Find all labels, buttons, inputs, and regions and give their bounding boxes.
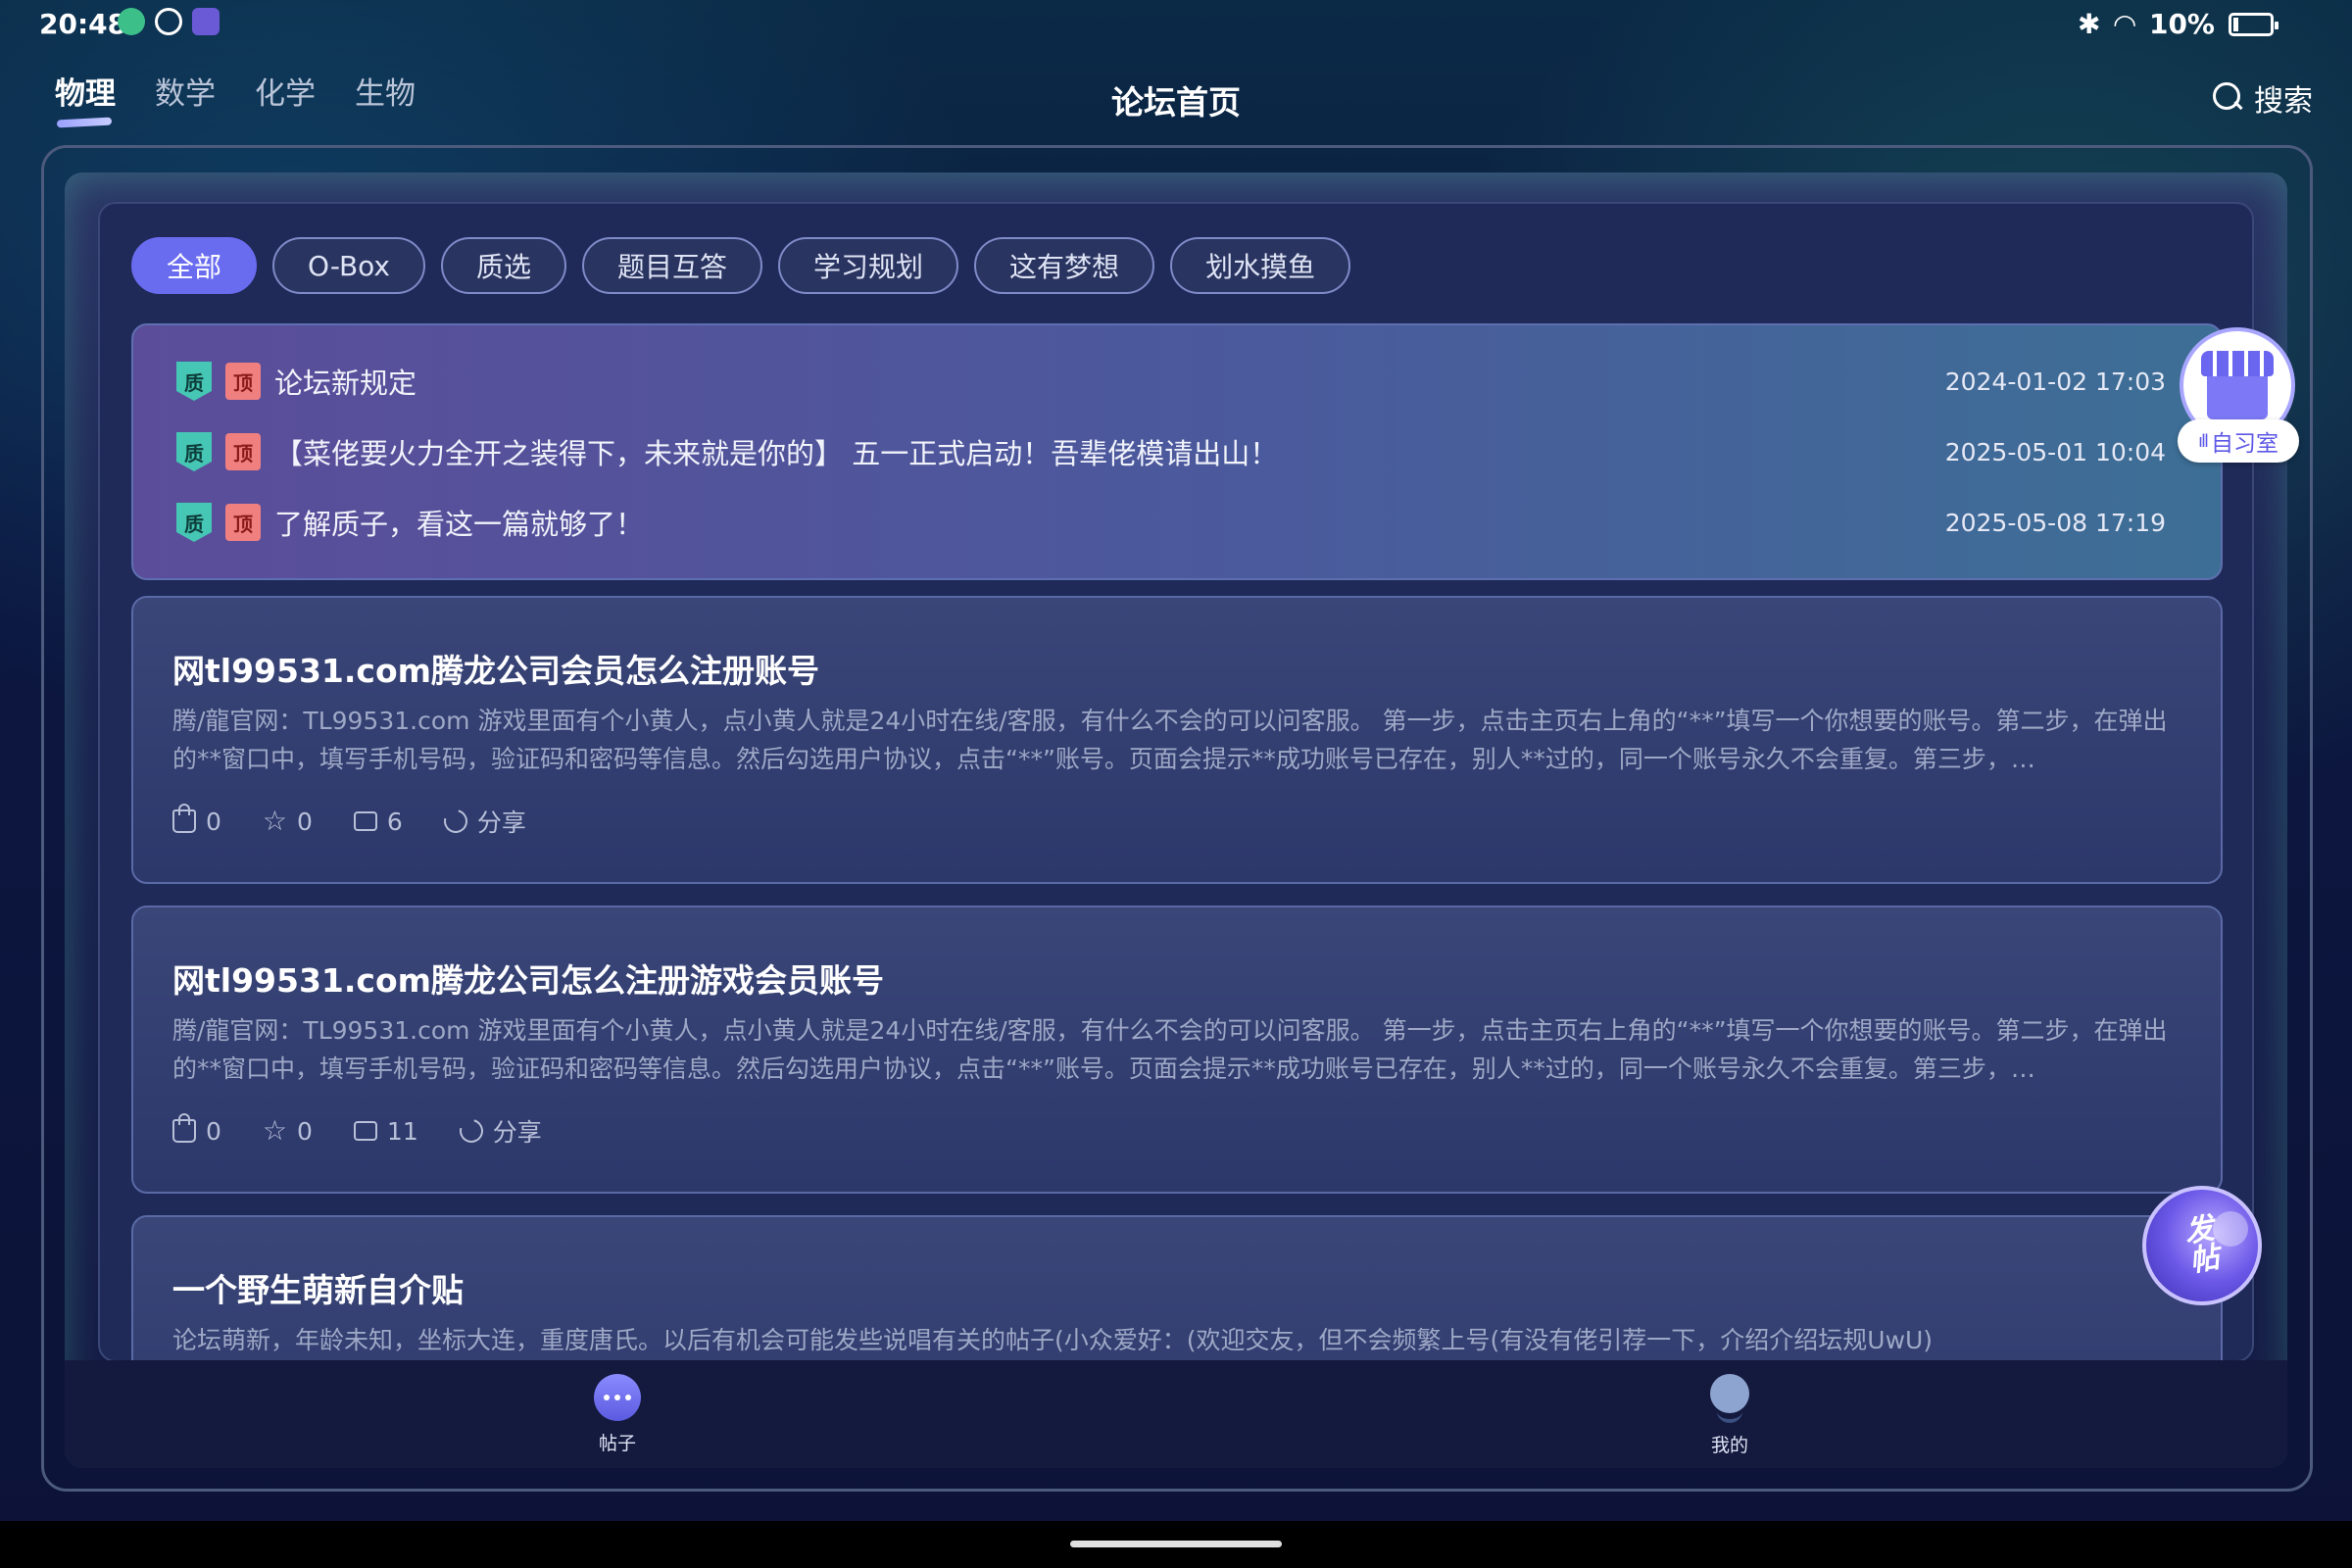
post-title: 一个野生萌新自介贴	[172, 1271, 464, 1309]
favorite-button[interactable]: ☆ 0	[263, 804, 313, 839]
like-count: 0	[206, 807, 221, 836]
comment-icon	[353, 811, 377, 831]
status-time: 20:48	[39, 8, 127, 40]
battery-icon	[2229, 12, 2278, 36]
share-label: 分享	[492, 1118, 542, 1147]
nav-posts[interactable]: 帖子	[594, 1374, 641, 1455]
screen-record-icon	[192, 8, 220, 35]
comment-button[interactable]: 11	[353, 1113, 418, 1149]
category-filter: 全部 O-Box 质选 题目互答 学习规划 这有梦想 划水摸鱼	[131, 237, 1351, 294]
nav-posts-label: 帖子	[598, 1433, 636, 1454]
like-count: 0	[206, 1116, 221, 1146]
pinned-posts: 质 顶 论坛新规定 2024-01-02 17:03 质 顶 【菜佬要火力全开之…	[131, 323, 2223, 580]
bluetooth-icon: ✱	[2077, 8, 2101, 40]
category-qa[interactable]: 题目互答	[582, 237, 763, 294]
chat-bubble-icon	[594, 1374, 641, 1421]
search-label: 搜索	[2254, 84, 2313, 119]
category-dreams[interactable]: 这有梦想	[974, 237, 1155, 294]
star-icon: ☆	[262, 1114, 288, 1147]
pinned-item[interactable]: 质 顶 论坛新规定 2024-01-02 17:03	[176, 361, 2166, 402]
app-notification-icon	[118, 8, 145, 35]
timer-icon	[155, 8, 182, 35]
category-casual[interactable]: 划水摸鱼	[1170, 237, 1351, 294]
share-label: 分享	[476, 808, 526, 837]
post-excerpt: 腾/龍官网：TL99531.com 游戏里面有个小黄人，点小黄人就是24小时在线…	[172, 1016, 2168, 1083]
top-badge: 顶	[225, 363, 261, 400]
study-room-label-pill: ıll 自习室	[2178, 419, 2299, 463]
like-button[interactable]: 0	[172, 804, 221, 839]
pinned-title: 论坛新规定	[274, 367, 417, 400]
search-button[interactable]: 搜索	[2213, 76, 2313, 120]
star-icon: ☆	[262, 805, 288, 837]
category-quality[interactable]: 质选	[441, 237, 567, 294]
category-study-plan[interactable]: 学习规划	[778, 237, 959, 294]
tab-biology[interactable]: 生物	[355, 69, 416, 126]
post-excerpt: 论坛萌新，年龄未知，坐标大连，重度唐氏。以后有机会可能发些说唱有关的帖子(小众爱…	[172, 1326, 1934, 1354]
nav-me-label: 我的	[1710, 1435, 1748, 1456]
comment-count: 6	[386, 807, 403, 836]
pinned-item[interactable]: 质 顶 【菜佬要火力全开之装得下，未来就是你的】 五一正式启动！吾辈佬模请出山！…	[176, 431, 2166, 472]
top-badge: 顶	[225, 433, 261, 470]
share-button[interactable]: 分享	[455, 1113, 542, 1149]
pinned-time: 2025-05-01 10:04	[1944, 437, 2166, 466]
share-icon	[439, 805, 472, 838]
status-notification-icons	[118, 8, 220, 35]
pinned-title: 了解质子，看这一篇就够了！	[274, 508, 645, 541]
status-system-icons: ✱ ◠ 10%	[2077, 8, 2278, 40]
status-bar: 20:48 ✱ ◠ 10%	[0, 0, 2352, 49]
post-card[interactable]: 一个野生萌新自介贴 论坛萌新，年龄未知，坐标大连，重度唐氏。以后有机会可能发些说…	[131, 1215, 2223, 1360]
quality-badge: 质	[176, 503, 212, 542]
thumbs-up-icon	[172, 804, 196, 833]
forum-content: 全部 O-Box 质选 题目互答 学习规划 这有梦想 划水摸鱼 质 顶 论坛新规…	[98, 202, 2254, 1362]
quality-badge: 质	[176, 432, 212, 471]
favorite-count: 0	[297, 807, 313, 836]
system-nav-bar	[0, 1521, 2352, 1568]
comment-icon	[353, 1121, 377, 1141]
post-card[interactable]: 网tl99531.com腾龙公司会员怎么注册账号 腾/龍官网：TL99531.c…	[131, 596, 2223, 884]
thumbs-up-icon	[172, 1113, 196, 1143]
category-obox[interactable]: O-Box	[272, 237, 425, 294]
post-excerpt: 腾/龍官网：TL99531.com 游戏里面有个小黄人，点小黄人就是24小时在线…	[172, 707, 2168, 773]
subject-tabs: 物理 数学 化学 生物	[55, 69, 416, 126]
favorite-button[interactable]: ☆ 0	[263, 1113, 313, 1149]
study-room-button[interactable]: ıll 自习室	[2178, 327, 2299, 466]
tab-math[interactable]: 数学	[155, 69, 216, 126]
nav-me[interactable]: 我的	[1707, 1374, 1752, 1457]
post-title: 网tl99531.com腾龙公司怎么注册游戏会员账号	[172, 961, 885, 1000]
pinned-title: 【菜佬要火力全开之装得下，未来就是你的】 五一正式启动！吾辈佬模请出山！	[274, 437, 1279, 470]
post-stats: 0 ☆ 0 11 分享	[172, 1113, 542, 1149]
like-button[interactable]: 0	[172, 1113, 221, 1149]
pinned-time: 2024-01-02 17:03	[1944, 367, 2166, 396]
study-room-label: 自习室	[2211, 431, 2278, 457]
tab-chemistry[interactable]: 化学	[255, 69, 316, 126]
bar-chart-icon: ıll	[2197, 430, 2209, 452]
post-title: 网tl99531.com腾龙公司会员怎么注册账号	[172, 652, 820, 690]
home-indicator[interactable]	[1070, 1541, 1282, 1547]
search-icon	[2213, 82, 2244, 114]
share-icon	[455, 1114, 488, 1148]
pinned-time: 2025-05-08 17:19	[1944, 508, 2166, 537]
wifi-icon: ◠	[2114, 8, 2135, 40]
user-avatar-icon	[1707, 1374, 1752, 1423]
post-card[interactable]: 网tl99531.com腾龙公司怎么注册游戏会员账号 腾/龍官网：TL99531…	[131, 906, 2223, 1194]
pinned-item[interactable]: 质 顶 了解质子，看这一篇就够了！ 2025-05-08 17:19	[176, 502, 2166, 543]
battery-level: 10%	[2148, 8, 2215, 40]
category-all[interactable]: 全部	[131, 237, 258, 294]
storefront-icon	[2201, 351, 2274, 419]
share-button[interactable]: 分享	[439, 804, 526, 839]
new-post-button[interactable]: 发帖	[2142, 1186, 2262, 1305]
tab-physics[interactable]: 物理	[55, 69, 116, 126]
comment-count: 11	[386, 1116, 418, 1146]
quality-badge: 质	[176, 362, 212, 401]
post-stats: 0 ☆ 0 6 分享	[172, 804, 526, 839]
top-badge: 顶	[225, 504, 261, 541]
bottom-nav: 帖子 我的	[65, 1360, 2287, 1468]
favorite-count: 0	[297, 1116, 313, 1146]
page-title: 论坛首页	[1111, 83, 1241, 122]
comment-button[interactable]: 6	[353, 804, 403, 839]
